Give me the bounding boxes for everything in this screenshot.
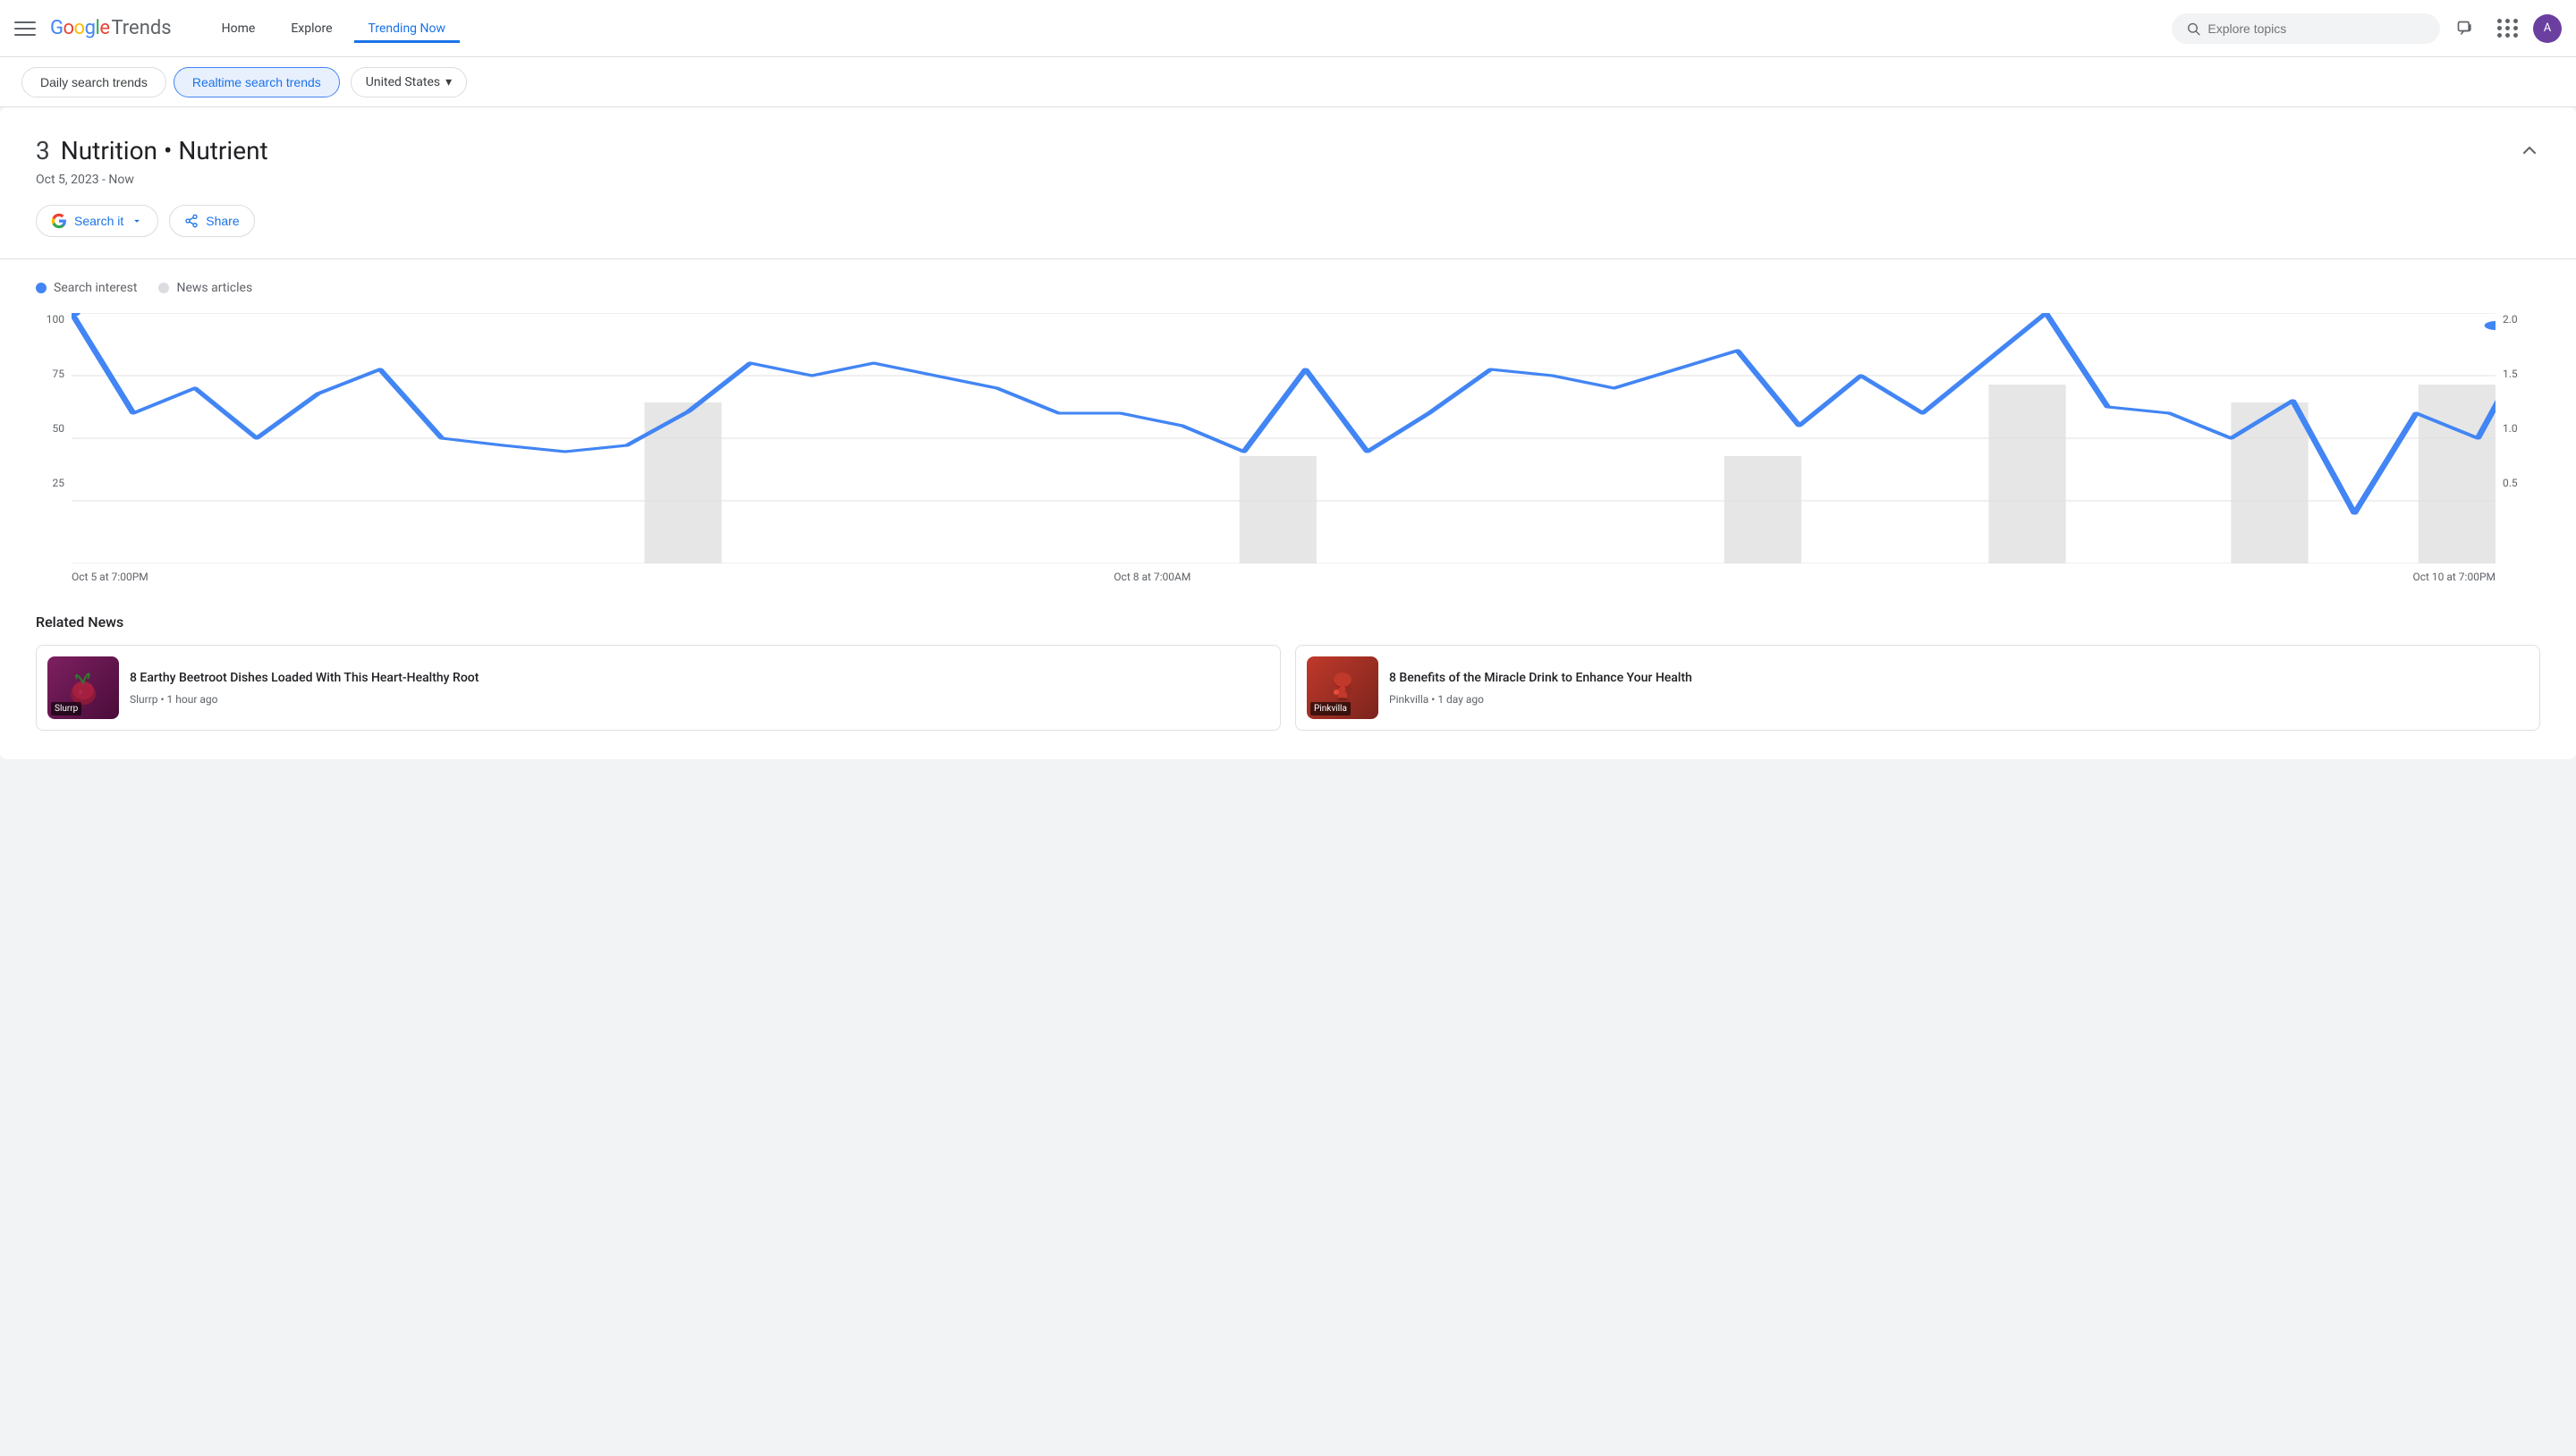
news-card-2[interactable]: Pinkvilla 8 Benefits of the Miracle Drin… <box>1295 645 2540 731</box>
news-headline-2: 8 Benefits of the Miracle Drink to Enhan… <box>1389 670 2529 688</box>
y-axis-100: 100 <box>47 313 64 326</box>
nav-trending-now[interactable]: Trending Now <box>354 14 460 43</box>
chart-legend: Search interest News articles <box>36 281 2540 295</box>
apps-button[interactable] <box>2490 11 2526 47</box>
y-right-1-5: 1.5 <box>2503 368 2518 380</box>
news-meta-1: Slurrp • 1 hour ago <box>130 693 1269 706</box>
news-bar-1 <box>645 402 722 563</box>
news-bar-6 <box>2419 385 2496 563</box>
feedback-button[interactable] <box>2447 11 2483 47</box>
tab-realtime[interactable]: Realtime search trends <box>174 67 340 97</box>
news-source-1: Slurrp <box>130 693 158 706</box>
legend-search-label: Search interest <box>54 281 137 295</box>
card-number: 3 <box>36 136 50 165</box>
collapse-button[interactable] <box>2519 140 2540 165</box>
y-axis-25: 25 <box>53 477 65 489</box>
nav-home[interactable]: Home <box>208 14 270 43</box>
trend-card: 3 Nutrition • Nutrient Oct 5, 2023 - Now… <box>0 107 2576 759</box>
chevron-up-icon <box>2519 140 2540 161</box>
search-icon <box>2186 21 2200 37</box>
y-right-2: 2.0 <box>2503 313 2518 326</box>
country-selector[interactable]: United States ▾ <box>351 67 467 97</box>
card-actions: Search it Share <box>36 205 2540 237</box>
google-g-icon <box>51 213 67 229</box>
card-header: 3 Nutrition • Nutrient Oct 5, 2023 - Now… <box>0 107 2576 259</box>
news-bar-4 <box>1988 385 2065 563</box>
related-news-section: Related News <box>0 592 2576 759</box>
x-label-2: Oct 8 at 7:00AM <box>1114 571 1191 583</box>
share-button[interactable]: Share <box>169 205 254 237</box>
hamburger-menu[interactable] <box>14 18 36 39</box>
avatar-text: A <box>2544 21 2551 35</box>
card-title: Nutrition • Nutrient <box>61 136 268 165</box>
search-it-button[interactable]: Search it <box>36 205 158 237</box>
chart-dot-start <box>72 313 80 317</box>
nav-explore[interactable]: Explore <box>276 14 346 43</box>
x-label-1: Oct 5 at 7:00PM <box>72 571 148 583</box>
card-date: Oct 5, 2023 - Now <box>36 173 2540 187</box>
y-right-0-5: 0.5 <box>2503 477 2518 489</box>
dropdown-arrow-icon <box>131 215 143 227</box>
trend-chart <box>72 313 2496 563</box>
news-headline-1: 8 Earthy Beetroot Dishes Loaded With Thi… <box>130 670 1269 688</box>
news-meta-2: Pinkvilla • 1 day ago <box>1389 693 2529 706</box>
main-content: 3 Nutrition • Nutrient Oct 5, 2023 - Now… <box>0 107 2576 759</box>
news-source-2: Pinkvilla <box>1389 693 1428 706</box>
search-input[interactable] <box>2207 21 2426 36</box>
news-thumbnail-1: Slurrp <box>47 656 119 719</box>
legend-news-dot <box>158 283 169 293</box>
share-icon <box>184 214 199 228</box>
y-right-1: 1.0 <box>2503 422 2518 435</box>
main-nav: Home Explore Trending Now <box>208 14 460 43</box>
news-time-2: 1 day ago <box>1437 693 1484 706</box>
country-label: United States <box>366 75 440 89</box>
user-avatar[interactable]: A <box>2533 14 2562 43</box>
legend-news-articles: News articles <box>158 281 252 295</box>
news-thumbnail-2: Pinkvilla <box>1307 656 1378 719</box>
header: Google Trends Home Explore Trending Now <box>0 0 2576 57</box>
news-grid: Slurrp 8 Earthy Beetroot Dishes Loaded W… <box>36 645 2540 731</box>
news-source-badge-2: Pinkvilla <box>1310 702 1351 715</box>
legend-search-interest: Search interest <box>36 281 137 295</box>
apps-icon <box>2497 19 2519 38</box>
related-news-title: Related News <box>36 614 2540 631</box>
google-trends-logo[interactable]: Google Trends <box>50 17 172 39</box>
header-right: A <box>2172 11 2562 47</box>
news-card-1[interactable]: Slurrp 8 Earthy Beetroot Dishes Loaded W… <box>36 645 1281 731</box>
tab-daily[interactable]: Daily search trends <box>21 67 166 97</box>
chart-section: Search interest News articles 100 75 50 … <box>0 259 2576 592</box>
x-label-3: Oct 10 at 7:00PM <box>2412 571 2496 583</box>
country-arrow: ▾ <box>445 75 452 89</box>
legend-news-label: News articles <box>176 281 252 295</box>
chart-dot-end <box>2485 321 2496 330</box>
legend-search-dot <box>36 283 47 293</box>
news-bar-2 <box>1240 456 1317 563</box>
news-bar-5 <box>2231 402 2308 563</box>
news-bar-3 <box>1724 456 1801 563</box>
news-info-2: 8 Benefits of the Miracle Drink to Enhan… <box>1389 670 2529 706</box>
news-info-1: 8 Earthy Beetroot Dishes Loaded With Thi… <box>130 670 1269 706</box>
search-box[interactable] <box>2172 13 2440 44</box>
news-time-1: 1 hour ago <box>167 693 218 706</box>
y-axis-50: 50 <box>53 422 65 435</box>
tab-bar: Daily search trends Realtime search tren… <box>0 57 2576 107</box>
logo-trends-text: Trends <box>111 17 171 39</box>
search-it-label: Search it <box>74 214 123 228</box>
header-left: Google Trends Home Explore Trending Now <box>14 14 460 43</box>
feedback-icon <box>2456 20 2474 38</box>
news-source-badge-1: Slurrp <box>51 702 81 715</box>
share-label: Share <box>206 214 239 228</box>
y-axis-75: 75 <box>53 368 65 380</box>
